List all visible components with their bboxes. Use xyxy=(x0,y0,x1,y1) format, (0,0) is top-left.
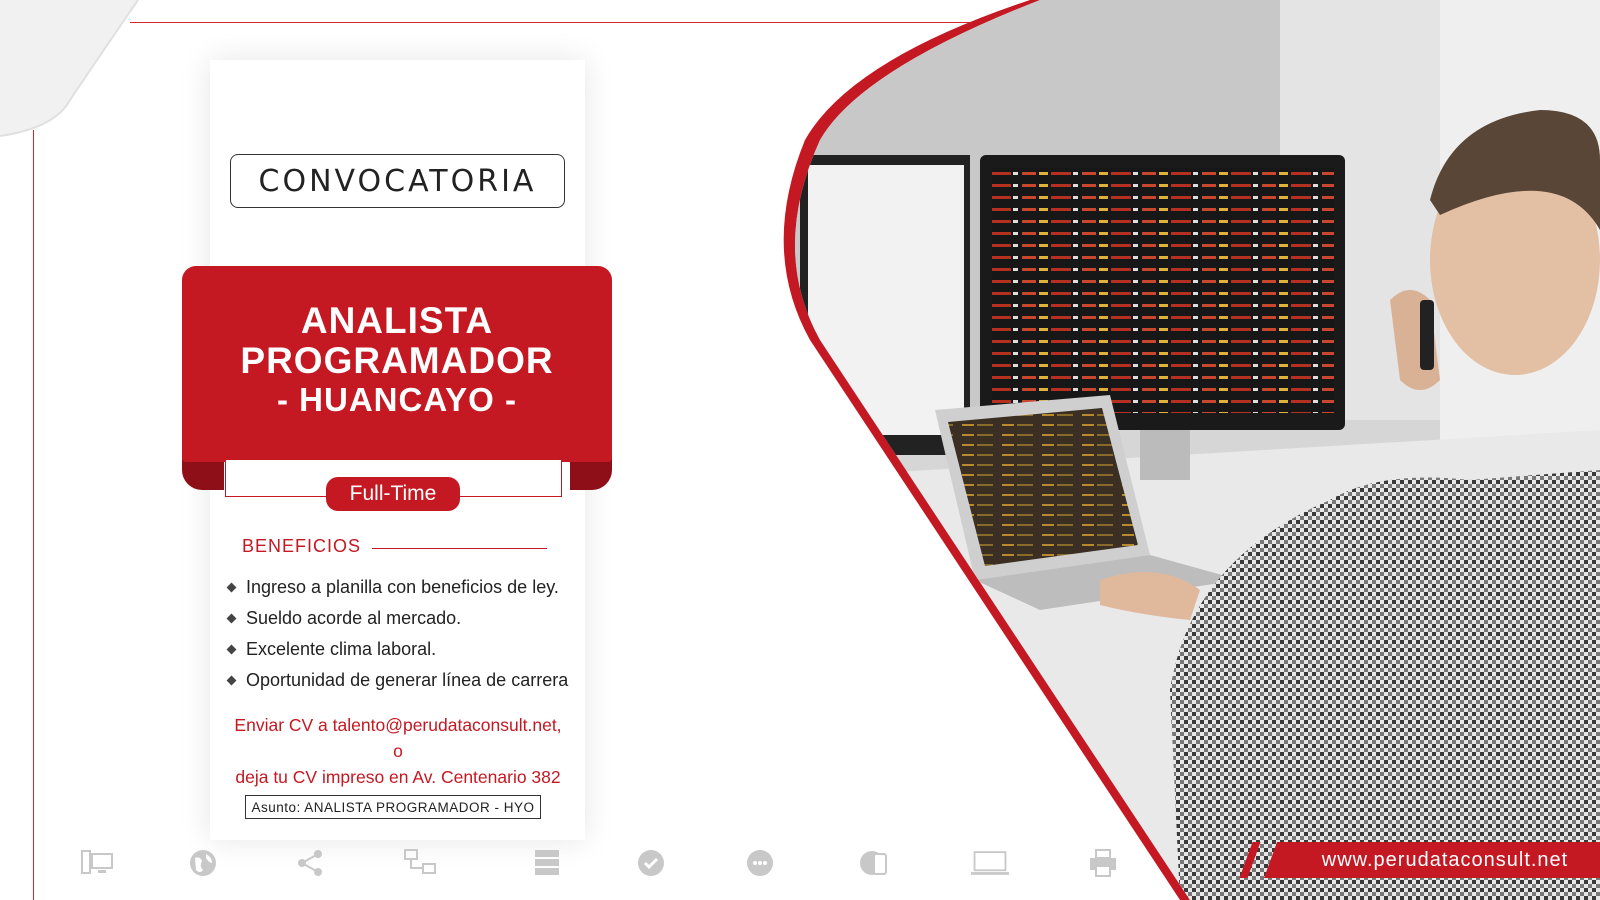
subject-box: Asunto: ANALISTA PROGRAMADOR - HYO xyxy=(245,795,541,819)
mobile-web-icon xyxy=(854,843,894,883)
desktop-icon xyxy=(77,843,117,883)
page-title: CONVOCATORIA xyxy=(230,154,565,208)
laptop-icon xyxy=(970,843,1010,883)
website-link[interactable]: www.perudataconsult.net xyxy=(1290,842,1600,878)
benefits-heading: BENEFICIOS xyxy=(242,536,362,556)
job-title-line2: PROGRAMADOR xyxy=(240,340,554,381)
share-icon xyxy=(290,843,330,883)
bullet-icon xyxy=(226,675,237,686)
bullet-icon xyxy=(226,644,237,655)
chat-icon xyxy=(740,843,780,883)
list-item: Ingreso a planilla con beneficios de ley… xyxy=(226,572,568,603)
contact-line-email[interactable]: Enviar CV a talento@perudataconsult.net,… xyxy=(232,712,564,764)
list-item: Oportunidad de generar línea de carrera xyxy=(226,665,568,696)
job-title-ribbon: ANALISTA PROGRAMADOR - HUANCAYO - xyxy=(182,266,612,462)
benefits-list: Ingreso a planilla con beneficios de ley… xyxy=(226,572,568,696)
job-type-badge: Full-Time xyxy=(326,477,460,511)
service-icons-row xyxy=(70,843,1150,883)
badge-check-icon xyxy=(631,843,671,883)
job-location: - HUANCAYO - xyxy=(277,381,517,418)
list-item: Excelente clima laboral. xyxy=(226,634,568,665)
server-icon xyxy=(527,843,567,883)
printer-icon xyxy=(1083,843,1123,883)
bullet-icon xyxy=(226,613,237,624)
list-item: Sueldo acorde al mercado. xyxy=(226,603,568,634)
benefits-divider xyxy=(372,548,547,549)
contact-line-address: deja tu CV impreso en Av. Centenario 382 xyxy=(235,767,561,787)
globe-icon xyxy=(183,843,223,883)
bullet-icon xyxy=(226,582,237,593)
network-icon xyxy=(400,843,440,883)
job-title-line1: ANALISTA xyxy=(300,300,494,341)
